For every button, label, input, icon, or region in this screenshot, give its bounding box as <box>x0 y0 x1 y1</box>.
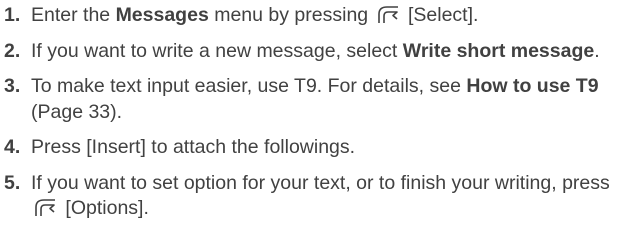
menu-name-messages: Messages <box>115 4 209 26</box>
softkey-icon <box>377 6 398 23</box>
step-number: 2. <box>4 39 21 62</box>
step-1: 1. Enter the Messages menu by pressing [… <box>4 3 626 29</box>
key-label-options: [Options]. <box>65 197 149 219</box>
step-number: 3. <box>4 75 21 97</box>
instruction-steps: 1. Enter the Messages menu by pressing [… <box>4 3 626 232</box>
step-text: menu by pressing <box>208 4 369 26</box>
step-4: 4. Press [Insert] to attach the followin… <box>4 135 626 161</box>
step-5: 5. If you want to set option for your te… <box>4 171 626 222</box>
reference-how-to-use-t9: How to use T9 <box>466 75 599 97</box>
step-3: 3. To make text input easier, use T9. Fo… <box>4 74 626 125</box>
step-text: Press [Insert] to attach the followings. <box>31 136 356 158</box>
step-text: (Page 33). <box>31 100 123 123</box>
step-text: If you want to set option for your text,… <box>31 171 610 194</box>
step-text: To make text input easier, use T9. For d… <box>31 75 467 97</box>
menu-name-write-short-message: Write short message <box>402 39 595 62</box>
softkey-icon <box>35 199 55 216</box>
step-text: Enter the <box>31 4 116 26</box>
step-text: . <box>594 39 600 62</box>
key-label-select: [Select]. <box>407 4 479 26</box>
step-number: 1. <box>4 4 21 26</box>
step-2: 2. If you want to write a new message, s… <box>4 39 626 65</box>
step-number: 5. <box>4 171 21 194</box>
step-text: If you want to write a new message, sele… <box>31 39 403 62</box>
step-number: 4. <box>4 136 21 158</box>
